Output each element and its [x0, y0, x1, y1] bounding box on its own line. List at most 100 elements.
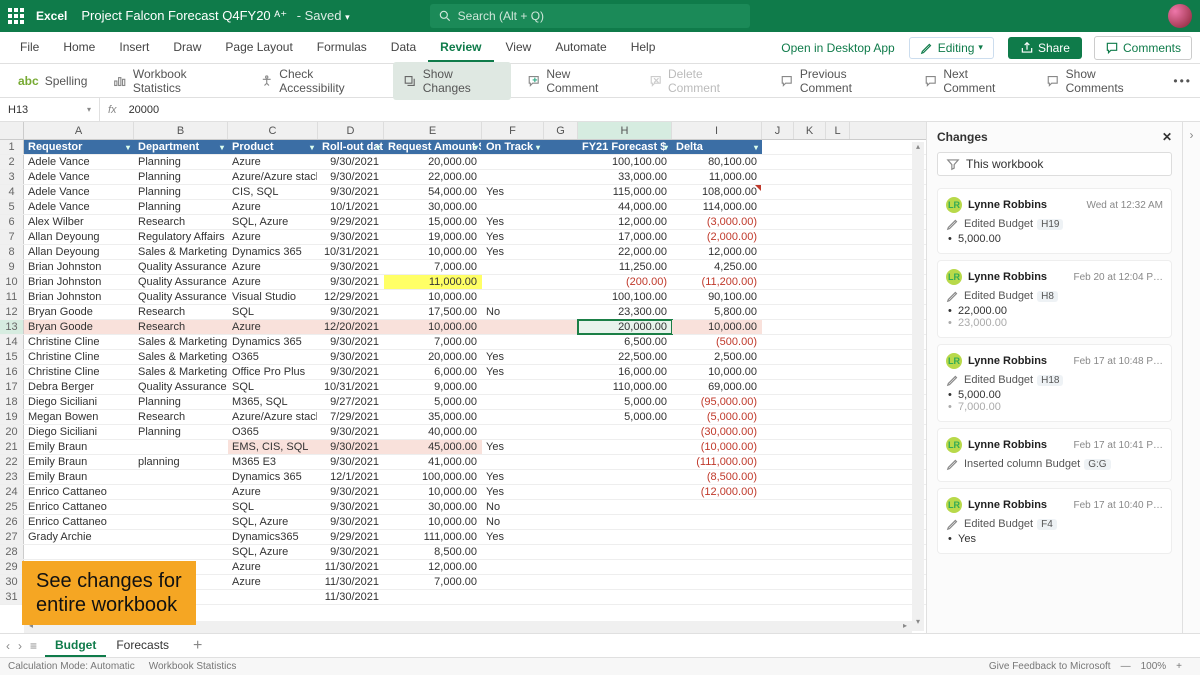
cell[interactable]: Planning [134, 155, 228, 169]
cell[interactable]: O365 [228, 350, 318, 364]
cell[interactable]: 11/30/2021 [318, 590, 384, 604]
table-header-cell[interactable]: Product [228, 140, 318, 154]
row-header[interactable]: 11 [0, 290, 24, 304]
cell[interactable] [544, 455, 578, 469]
row-header[interactable]: 3 [0, 170, 24, 184]
cell[interactable] [482, 590, 544, 604]
cell[interactable]: 9/30/2021 [318, 335, 384, 349]
row-header[interactable]: 5 [0, 200, 24, 214]
menu-tab-file[interactable]: File [8, 34, 51, 62]
cell[interactable]: Yes [482, 530, 544, 544]
cell[interactable]: Azure [228, 560, 318, 574]
cell[interactable]: Emily Braun [24, 455, 134, 469]
new-comment-button[interactable]: New Comment [517, 62, 633, 100]
cell[interactable]: Christine Cline [24, 365, 134, 379]
cell[interactable]: Yes [482, 440, 544, 454]
cell[interactable]: Adele Vance [24, 170, 134, 184]
cell[interactable]: 30,000.00 [384, 200, 482, 214]
cell[interactable]: 100,100.00 [578, 155, 672, 169]
cell[interactable]: Azure [228, 260, 318, 274]
cell[interactable]: 41,000.00 [384, 455, 482, 469]
cell[interactable]: 17,000.00 [578, 230, 672, 244]
cell[interactable]: No [482, 515, 544, 529]
cell[interactable]: No [482, 500, 544, 514]
cell[interactable]: 12,000.00 [672, 245, 762, 259]
cell[interactable] [544, 380, 578, 394]
row-header[interactable]: 14 [0, 335, 24, 349]
cell[interactable]: M365, SQL [228, 395, 318, 409]
cell[interactable] [672, 545, 762, 559]
cell[interactable]: (200.00) [578, 275, 672, 289]
cell[interactable]: 33,000.00 [578, 170, 672, 184]
cell[interactable] [578, 560, 672, 574]
cell[interactable]: 19,000.00 [384, 230, 482, 244]
cell[interactable]: Adele Vance [24, 155, 134, 169]
fx-icon[interactable]: fx [100, 104, 125, 116]
cell[interactable] [544, 230, 578, 244]
change-ref[interactable]: H18 [1037, 375, 1063, 386]
cell[interactable] [482, 575, 544, 589]
cell[interactable]: Quality Assurance [134, 275, 228, 289]
cell[interactable]: 111,000.00 [384, 530, 482, 544]
cell[interactable]: (111,000.00) [672, 455, 762, 469]
cell[interactable]: Quality Assurance [134, 380, 228, 394]
cell[interactable]: Visual Studio [228, 290, 318, 304]
cell[interactable]: 8,500.00 [384, 545, 482, 559]
cell[interactable]: 22,000.00 [384, 170, 482, 184]
sheet-nav-prev[interactable]: ‹ [6, 639, 10, 653]
column-header-L[interactable]: L [826, 122, 850, 139]
cell[interactable] [544, 155, 578, 169]
cell[interactable] [672, 560, 762, 574]
cell[interactable] [134, 545, 228, 559]
cell[interactable]: Yes [482, 185, 544, 199]
table-header-cell[interactable]: Requestor [24, 140, 134, 154]
cell[interactable]: 90,100.00 [672, 290, 762, 304]
cell[interactable]: Planning [134, 200, 228, 214]
cell[interactable]: Diego Siciliani [24, 425, 134, 439]
cell[interactable]: Quality Assurance [134, 290, 228, 304]
cell[interactable] [482, 545, 544, 559]
show-changes-button[interactable]: Show Changes [393, 62, 511, 100]
cell[interactable] [544, 500, 578, 514]
cell[interactable]: 11/30/2021 [318, 575, 384, 589]
cell[interactable] [544, 200, 578, 214]
cell[interactable] [544, 530, 578, 544]
cell[interactable]: 12/29/2021 [318, 290, 384, 304]
cell[interactable]: Enrico Cattaneo [24, 485, 134, 499]
cell[interactable]: Yes [482, 350, 544, 364]
cell[interactable] [482, 380, 544, 394]
row-header[interactable]: 1 [0, 140, 24, 154]
cell[interactable]: Research [134, 305, 228, 319]
cell[interactable] [578, 485, 672, 499]
cell[interactable] [134, 500, 228, 514]
menu-tab-data[interactable]: Data [379, 34, 428, 62]
cell[interactable]: 7/29/2021 [318, 410, 384, 424]
row-header[interactable]: 10 [0, 275, 24, 289]
cell[interactable]: 12/1/2021 [318, 470, 384, 484]
cell[interactable] [544, 290, 578, 304]
cell[interactable]: No [482, 305, 544, 319]
cell[interactable]: (30,000.00) [672, 425, 762, 439]
cell[interactable]: 100,000.00 [384, 470, 482, 484]
cell[interactable]: SQL [228, 380, 318, 394]
sheet-nav-next[interactable]: › [18, 639, 22, 653]
table-header-cell[interactable] [544, 140, 578, 154]
cell[interactable]: 10/31/2021 [318, 380, 384, 394]
cell[interactable]: 5,000.00 [578, 395, 672, 409]
cell[interactable]: Azure [228, 230, 318, 244]
cell[interactable]: 12,000.00 [578, 215, 672, 229]
cell[interactable]: Research [134, 215, 228, 229]
row-header[interactable]: 15 [0, 350, 24, 364]
cell[interactable]: Allan Deyoung [24, 245, 134, 259]
cell[interactable]: Debra Berger [24, 380, 134, 394]
cell[interactable] [134, 470, 228, 484]
cell[interactable]: Azure/Azure stack [228, 170, 318, 184]
cell[interactable]: SQL, Azure [228, 545, 318, 559]
cell[interactable]: Yes [482, 485, 544, 499]
cell[interactable] [544, 170, 578, 184]
cell[interactable]: (11,200.00) [672, 275, 762, 289]
cell[interactable]: 9/29/2021 [318, 530, 384, 544]
row-header[interactable]: 28 [0, 545, 24, 559]
cell[interactable]: 10/1/2021 [318, 200, 384, 214]
change-ref[interactable]: G:G [1084, 459, 1110, 470]
